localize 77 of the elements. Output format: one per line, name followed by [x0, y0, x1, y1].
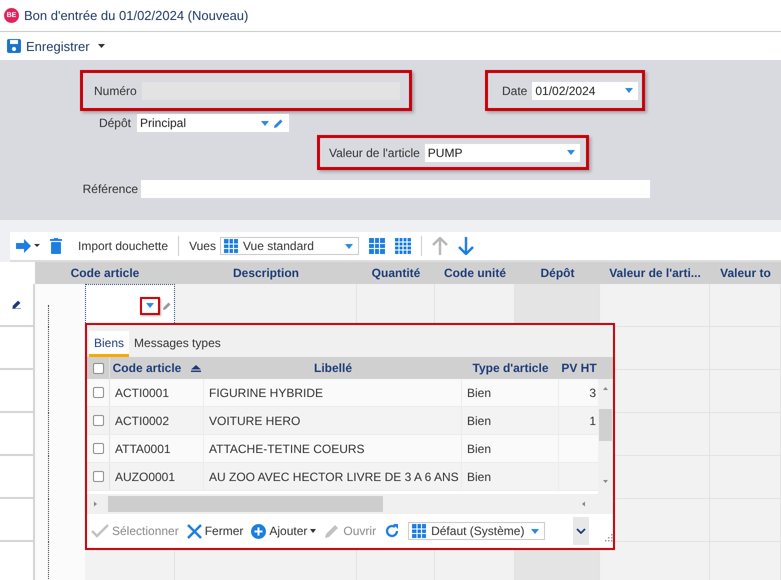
- close-icon: [186, 524, 202, 538]
- table-cell[interactable]: Bien: [462, 435, 559, 462]
- caret-icon: [531, 528, 540, 534]
- column-header[interactable]: Libellé: [204, 357, 462, 379]
- column-header[interactable]: PV HT: [559, 357, 599, 379]
- save-button[interactable]: Enregistrer: [7, 35, 90, 57]
- reference-field[interactable]: [141, 180, 650, 198]
- arrow-down-icon[interactable]: [458, 237, 474, 255]
- column-header[interactable]: Dépôt: [515, 262, 600, 284]
- table-cell[interactable]: ACTI0002: [110, 407, 204, 434]
- save-icon: [7, 39, 21, 53]
- checkbox[interactable]: [92, 471, 104, 482]
- grid-icon: [224, 239, 238, 253]
- caret-icon: [566, 150, 575, 155]
- caret-icon: [625, 88, 634, 93]
- column-header[interactable]: Quantité: [357, 262, 435, 284]
- refresh-icon[interactable]: [384, 523, 400, 539]
- checkmark-icon: [91, 524, 109, 538]
- add-button[interactable]: Ajouter: [251, 524, 316, 538]
- arrow-right-icon[interactable]: [16, 238, 40, 254]
- grid-icon: [412, 524, 426, 538]
- pencil-icon: [273, 118, 284, 128]
- table-cell[interactable]: Bien: [462, 407, 559, 434]
- column-header[interactable]: Code unité: [435, 262, 515, 284]
- caret-icon: [146, 303, 154, 308]
- checkbox[interactable]: [92, 415, 104, 426]
- column-header[interactable]: Description: [175, 262, 357, 284]
- views-label: Vues: [189, 239, 216, 253]
- checkbox[interactable]: [92, 387, 104, 398]
- column-header[interactable]: Code article: [110, 357, 204, 379]
- column-header[interactable]: Code article: [35, 262, 175, 284]
- caret-icon: [344, 244, 353, 248]
- trash-icon[interactable]: [50, 238, 62, 254]
- table-cell[interactable]: AU ZOO AVEC HECTOR LIVRE DE 3 A 6 ANS: [204, 463, 462, 490]
- field-label: Valeur de l'article: [329, 146, 420, 160]
- table-cell[interactable]: ATTACHE-TETINE COEURS: [204, 435, 462, 462]
- table-cell[interactable]: VOITURE HERO: [204, 407, 462, 434]
- grid-settings-icon[interactable]: [368, 238, 385, 254]
- table-cell[interactable]: FIGURINE HYBRIDE: [204, 379, 462, 406]
- date-field[interactable]: 01/02/2024: [532, 82, 638, 100]
- dropdown-button[interactable]: [140, 296, 160, 314]
- field-label: Date: [502, 84, 528, 98]
- edit-icon: [12, 300, 21, 309]
- resize-grip-icon[interactable]: [603, 532, 613, 542]
- expand-button[interactable]: [573, 517, 589, 545]
- grid-icon[interactable]: [394, 238, 411, 254]
- column-header[interactable]: Valeur to: [710, 262, 781, 284]
- table-cell[interactable]: AUZO0001: [110, 463, 204, 490]
- view-select[interactable]: Vue standard: [220, 237, 359, 255]
- layout-select[interactable]: Défaut (Système): [408, 522, 546, 540]
- horizontal-scrollbar[interactable]: [87, 494, 613, 514]
- chevron-down-icon: [576, 528, 586, 534]
- table-cell[interactable]: Bien: [462, 379, 559, 406]
- checkbox[interactable]: [92, 443, 104, 454]
- table-cell[interactable]: ATTA0001: [110, 435, 204, 462]
- caret-icon: [310, 529, 316, 533]
- column-header[interactable]: Valeur de l'arti...: [600, 262, 710, 284]
- column-header[interactable]: Type d'article: [462, 357, 559, 379]
- pencil-icon: [324, 523, 340, 539]
- pencil-icon[interactable]: [162, 300, 172, 310]
- window-title: Bon d'entrée du 01/02/2024 (Nouveau): [24, 8, 248, 23]
- tab[interactable]: Messages types: [129, 331, 226, 357]
- caret-icon[interactable]: [98, 44, 105, 48]
- field-label: Dépôt: [98, 116, 132, 130]
- caret-icon: [261, 120, 269, 126]
- checkbox[interactable]: [92, 362, 104, 374]
- close-button[interactable]: Fermer: [186, 524, 244, 538]
- table-cell[interactable]: Bien: [462, 463, 559, 490]
- table-cell[interactable]: ACTI0001: [110, 379, 204, 406]
- vertical-scrollbar[interactable]: [598, 379, 613, 494]
- import-button[interactable]: Import douchette: [78, 239, 168, 253]
- field-label: Numéro: [94, 84, 137, 98]
- plus-circle-icon: [251, 524, 266, 538]
- tab[interactable]: Biens: [89, 331, 130, 357]
- depot-field[interactable]: Principal: [137, 114, 289, 132]
- field-label: Référence: [82, 182, 139, 196]
- valuation-field[interactable]: PUMP: [424, 144, 580, 162]
